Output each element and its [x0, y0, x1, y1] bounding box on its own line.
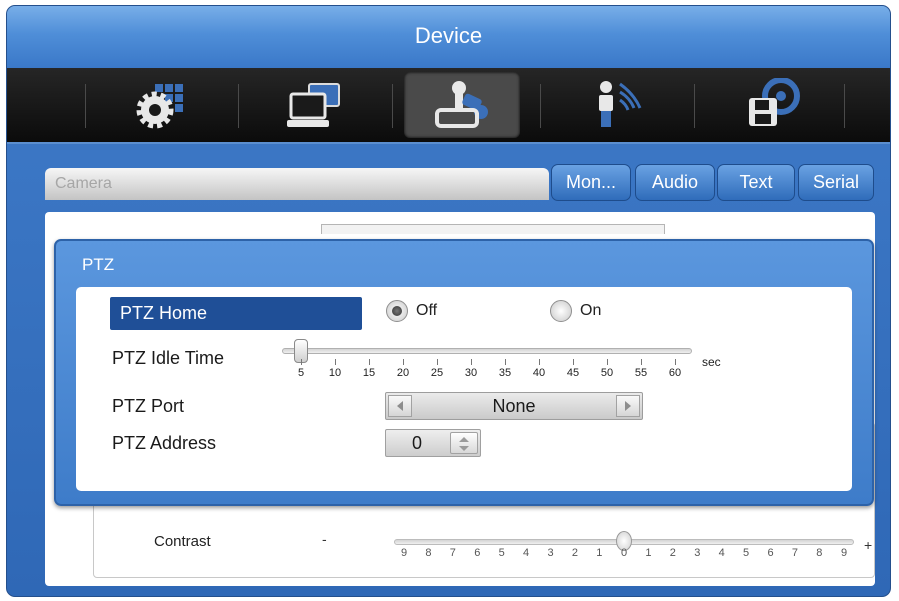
ptz-home-row-highlight: PTZ Home	[110, 297, 362, 330]
ptz-port-select[interactable]: None	[385, 392, 643, 420]
ptz-idle-time-slider[interactable]: 5 10 15 20 25 30 35 40 45 50 55 60 sec	[282, 339, 721, 385]
ptz-camera-button[interactable]	[404, 72, 520, 138]
ptz-address-stepper[interactable]	[450, 432, 478, 454]
scale-tick: 4	[718, 547, 725, 559]
ptz-dialog: PTZ PTZ Home Off On PTZ Idle Time 5 10 1…	[54, 239, 874, 506]
scale-tick: 6	[474, 547, 481, 559]
idle-tick: 10	[323, 359, 347, 379]
ptz-port-value: None	[492, 396, 536, 416]
ptz-address-value: 0	[411, 433, 422, 453]
event-sensor-icon	[599, 81, 642, 127]
audio-tab[interactable]: Audio	[635, 164, 715, 201]
idle-tick: 20	[391, 359, 415, 379]
radio-unselected-icon	[550, 300, 572, 322]
scale-tick: 9	[840, 547, 848, 559]
storage-button[interactable]	[714, 72, 830, 138]
scale-tick: 4	[523, 547, 530, 559]
ptz-home-off-radio[interactable]: Off	[386, 300, 437, 322]
idle-tick: 15	[357, 359, 381, 379]
icon-divider	[238, 84, 239, 128]
port-prev-button[interactable]	[388, 395, 412, 417]
contrast-scale: 9 8 7 6 5 4 3 2 1 0 1 2 3 4 5 6 7 8 9	[401, 547, 847, 565]
port-next-button[interactable]	[616, 395, 640, 417]
scale-tick: 9	[400, 547, 408, 559]
idle-tick: 40	[527, 359, 551, 379]
scale-tick: 8	[425, 547, 432, 559]
computer-network-icon	[287, 83, 340, 127]
system-settings-icon	[136, 84, 183, 129]
idle-tick: 35	[493, 359, 517, 379]
system-settings-button[interactable]	[103, 72, 219, 138]
radio-selected-icon	[386, 300, 408, 322]
ptz-home-label: PTZ Home	[120, 303, 208, 323]
icon-divider	[85, 84, 86, 128]
scale-tick: 3	[694, 547, 701, 559]
monitor-tab[interactable]: Mon...	[551, 164, 631, 201]
idle-tick: 45	[561, 359, 585, 379]
scale-tick: 5	[743, 547, 750, 559]
storage-disk-icon	[749, 78, 800, 126]
arrow-right-icon	[625, 401, 631, 411]
scale-tick: 3	[547, 547, 554, 559]
arrow-left-icon	[397, 401, 403, 411]
idle-tick: 5	[289, 359, 313, 379]
scale-tick: 8	[816, 547, 823, 559]
camera-tab[interactable]: Camera	[45, 168, 549, 200]
chevron-down-icon	[459, 445, 469, 451]
scale-tick: 2	[669, 547, 676, 559]
ptz-port-label: PTZ Port	[112, 396, 185, 416]
icon-divider	[694, 84, 695, 128]
network-button[interactable]	[257, 72, 373, 138]
text-tab[interactable]: Text	[717, 164, 795, 201]
ptz-address-field[interactable]: 0	[385, 429, 481, 457]
scale-tick: 5	[498, 547, 505, 559]
scale-tick: 6	[767, 547, 774, 559]
event-button[interactable]	[561, 72, 677, 138]
ptz-idle-time-label: PTZ Idle Time	[112, 348, 225, 368]
ptz-dialog-title: PTZ	[82, 255, 115, 274]
sub-tab-bar: Camera Mon... Audio Text Serial	[7, 144, 890, 214]
icon-divider	[540, 84, 541, 128]
ptz-settings-panel: PTZ Home Off On PTZ Idle Time 5 10 15 20…	[76, 287, 852, 491]
radio-label: On	[580, 302, 602, 319]
scale-tick: 2	[571, 547, 578, 559]
ptz-address-label: PTZ Address	[112, 433, 217, 453]
scale-tick: 7	[791, 547, 798, 559]
idle-time-unit: sec	[702, 355, 721, 369]
scale-tick: 0	[620, 547, 628, 559]
icon-divider	[392, 84, 393, 128]
device-window: Device Camera Mon... Audio Text Serial C…	[6, 5, 891, 597]
serial-tab[interactable]: Serial	[798, 164, 874, 201]
chevron-up-icon	[459, 436, 469, 442]
ptz-camera-icon	[435, 81, 488, 128]
idle-tick: 30	[459, 359, 483, 379]
idle-slider-track	[282, 348, 692, 354]
background-control-strip	[321, 224, 665, 234]
step-down-button[interactable]	[451, 443, 477, 454]
category-icon-bar	[7, 68, 890, 144]
idle-tick: 25	[425, 359, 449, 379]
contrast-minus: -	[322, 531, 327, 547]
idle-tick: 60	[663, 359, 687, 379]
contrast-plus: +	[864, 537, 873, 553]
contrast-slider[interactable]: 9 8 7 6 5 4 3 2 1 0 1 2 3 4 5 6 7 8 9	[394, 531, 854, 561]
ptz-home-on-radio[interactable]: On	[550, 300, 601, 322]
scale-tick: 1	[645, 547, 652, 559]
idle-tick: 55	[629, 359, 653, 379]
icon-divider	[844, 84, 845, 128]
idle-tick: 50	[595, 359, 619, 379]
window-title: Device	[7, 6, 890, 68]
radio-label: Off	[416, 302, 438, 319]
contrast-label: Contrast	[154, 533, 211, 550]
scale-tick: 1	[596, 547, 603, 559]
scale-tick: 7	[449, 547, 456, 559]
